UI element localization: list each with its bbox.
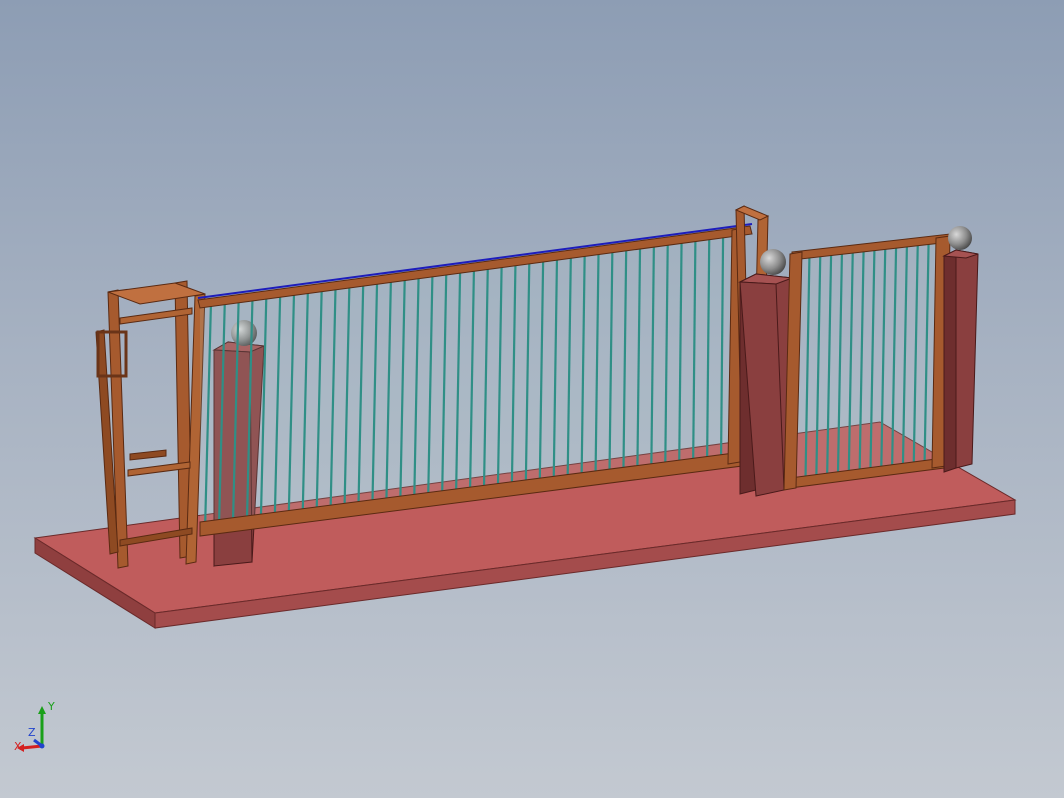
x-axis-arrow xyxy=(21,744,43,750)
triad-origin xyxy=(39,743,45,749)
gate-model-3d[interactable] xyxy=(0,0,1064,798)
graphics-viewport[interactable]: Y X Z xyxy=(0,0,1064,798)
z-axis-label: Z xyxy=(28,726,36,739)
pedestrian-gate xyxy=(783,233,951,491)
y-axis-arrowhead xyxy=(38,706,46,714)
pillar-right xyxy=(942,249,979,473)
orientation-triad: Y X Z xyxy=(14,700,55,753)
x-axis-label: X xyxy=(14,740,22,753)
y-axis-label: Y xyxy=(47,700,55,713)
pillar-right-cap xyxy=(948,226,972,250)
pillar-middle-cap xyxy=(760,249,786,275)
